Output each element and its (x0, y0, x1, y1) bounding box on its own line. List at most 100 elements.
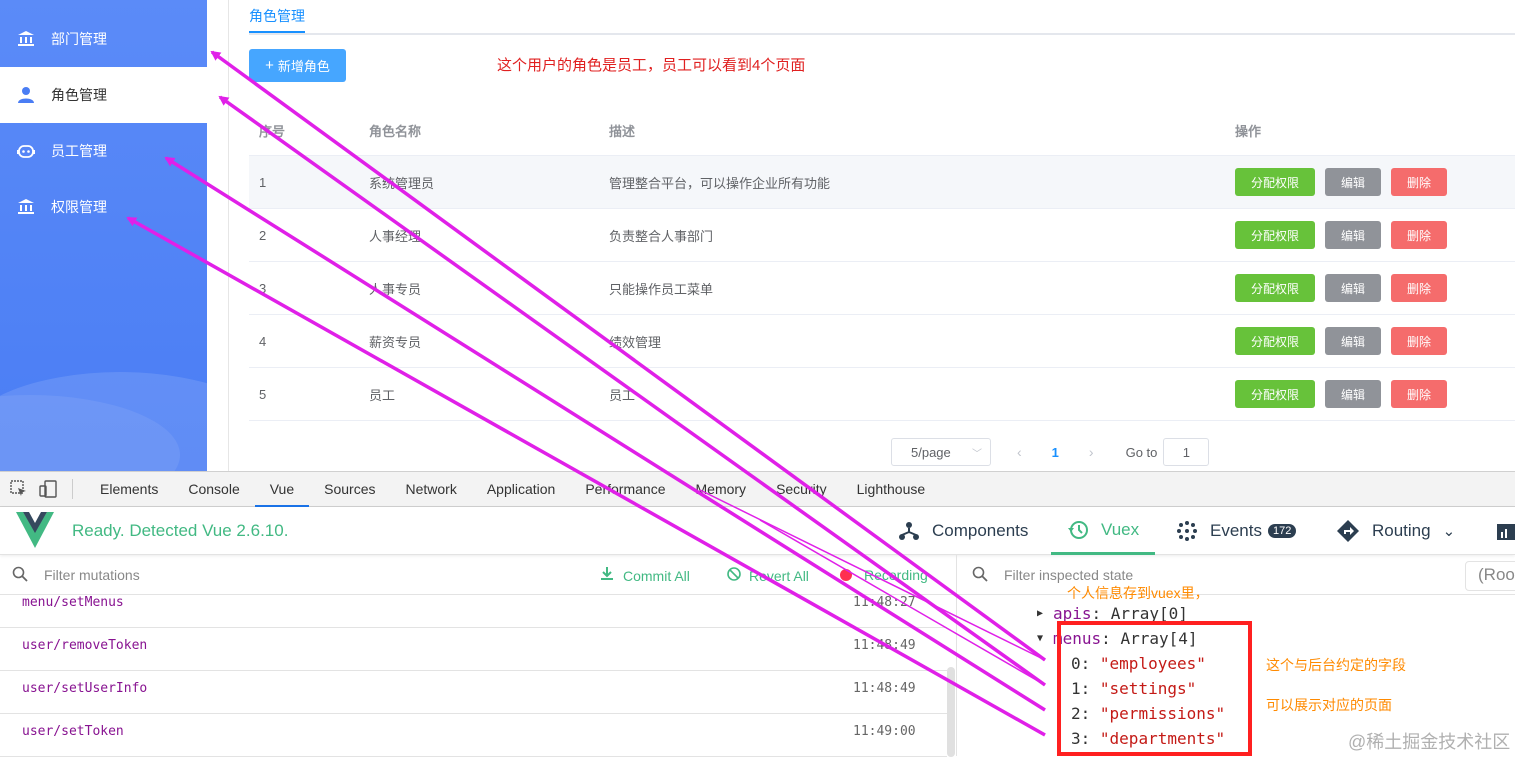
cell-actions: 分配权限 编辑 删除 (1235, 274, 1515, 302)
edit-button[interactable]: 编辑 (1325, 380, 1381, 408)
filter-state-input[interactable]: Filter inspected state (1004, 567, 1133, 583)
edit-button[interactable]: 编辑 (1325, 274, 1381, 302)
table-row: 5 员工 员工 分配权限 编辑 删除 (249, 368, 1515, 421)
cell-index: 2 (259, 227, 267, 243)
mutation-name: user/removeToken (22, 638, 148, 653)
cell-description: 员工 (609, 387, 636, 403)
mutations-scrollbar[interactable] (947, 667, 955, 757)
watermark: @稀土掘金技术社区 (1348, 732, 1511, 752)
devtools-tab-lighthouse[interactable]: Lighthouse (842, 472, 941, 507)
app-window: 部门管理 角色管理 员工管理 权限管理 角色管理 + 新增角色 这个用户的角色是… (0, 0, 1515, 471)
mutation-row[interactable]: user/setToken 11:49:00 (0, 714, 947, 757)
sidebar: 部门管理 角色管理 员工管理 权限管理 (0, 0, 207, 471)
header-actions: 操作 (1235, 124, 1262, 139)
add-role-button[interactable]: + 新增角色 (249, 49, 346, 82)
state-toolbar: Filter inspected state (Roo (957, 555, 1515, 595)
devtools-tab-performance[interactable]: Performance (570, 472, 680, 507)
roles-table: 序号 角色名称 描述 操作 1 系统管理员 管理整合平台，可以操作企业所有功能 … (249, 106, 1515, 421)
filter-mutations-input[interactable]: Filter mutations (44, 567, 140, 583)
edit-button[interactable]: 编辑 (1325, 221, 1381, 249)
cell-actions: 分配权限 编辑 删除 (1235, 380, 1515, 408)
robot-icon (16, 141, 36, 161)
delete-button[interactable]: 删除 (1391, 380, 1447, 408)
events-icon (1176, 520, 1198, 542)
vue-devtools-header: Ready. Detected Vue 2.6.10. Components V… (0, 507, 1515, 555)
commit-all-button[interactable]: Commit All (600, 567, 690, 584)
mutation-name: user/setToken (22, 724, 124, 739)
page-size-select[interactable]: 5/page ﹀ (891, 438, 991, 466)
goto-page-input[interactable]: 1 (1163, 438, 1210, 466)
cell-actions: 分配权限 编辑 删除 (1235, 221, 1515, 249)
expand-arrow-icon[interactable]: ▶ (1037, 608, 1043, 619)
devtools-tab-memory[interactable]: Memory (681, 472, 762, 507)
vue-tab-routing[interactable]: Routing ⌄ (1336, 507, 1455, 555)
vue-tab-events[interactable]: Events 172 (1176, 507, 1297, 555)
table-row: 3 人事专员 只能操作员工菜单 分配权限 编辑 删除 (249, 262, 1515, 315)
fields-annotation: 这个与后台约定的字段 (1266, 657, 1406, 673)
header-name: 角色名称 (369, 124, 422, 139)
root-selector[interactable]: (Roo (1465, 561, 1515, 591)
mutation-row[interactable]: user/setUserInfo 11:48:49 (0, 671, 947, 714)
device-toggle-icon[interactable] (38, 479, 58, 499)
cell-role-name: 人事专员 (369, 281, 422, 297)
routing-tab-label: Routing (1372, 521, 1431, 540)
cell-role-name: 人事经理 (369, 228, 422, 244)
mutation-row[interactable]: menu/setMenus 11:48:27 (0, 585, 947, 628)
cell-index: 1 (259, 174, 267, 190)
main-content: 角色管理 + 新增角色 这个用户的角色是员工，员工可以看到4个页面 序号 角色名… (228, 0, 1515, 471)
prev-page-button[interactable]: ‹ (1017, 444, 1022, 460)
vue-tab-components[interactable]: Components (898, 507, 1028, 555)
delete-button[interactable]: 删除 (1391, 221, 1447, 249)
recording-toggle[interactable]: Recording (840, 567, 928, 583)
cell-description: 管理整合平台，可以操作企业所有功能 (609, 175, 831, 191)
assign-permission-button[interactable]: 分配权限 (1235, 327, 1315, 355)
devtools-tab-sources[interactable]: Sources (309, 472, 390, 507)
devtools-tab-application[interactable]: Application (472, 472, 571, 507)
assign-permission-button[interactable]: 分配权限 (1235, 380, 1315, 408)
commit-all-label: Commit All (623, 567, 690, 584)
next-page-button[interactable]: › (1089, 444, 1094, 460)
components-tab-label: Components (932, 521, 1029, 540)
cell-index: 5 (259, 386, 267, 402)
assign-permission-button[interactable]: 分配权限 (1235, 274, 1315, 302)
search-icon (972, 566, 988, 585)
collapse-arrow-icon[interactable]: ▼ (1037, 633, 1043, 644)
devtools-tab-security[interactable]: Security (761, 472, 842, 507)
cell-index: 4 (259, 333, 267, 349)
assign-permission-button[interactable]: 分配权限 (1235, 168, 1315, 196)
cell-description: 绩效管理 (609, 334, 662, 350)
delete-button[interactable]: 删除 (1391, 274, 1447, 302)
vue-tab-vuex[interactable]: Vuex (1051, 507, 1156, 555)
cell-actions: 分配权限 编辑 删除 (1235, 168, 1515, 196)
sidebar-item-permissions[interactable]: 权限管理 (0, 179, 207, 235)
devtools-tab-console[interactable]: Console (173, 472, 254, 507)
revert-all-button[interactable]: Revert All (727, 567, 809, 584)
mutation-row[interactable]: user/removeToken 11:48:49 (0, 628, 947, 671)
edit-button[interactable]: 编辑 (1325, 168, 1381, 196)
pages-annotation: 可以展示对应的页面 (1266, 697, 1392, 713)
history-icon (1067, 519, 1089, 541)
assign-permission-button[interactable]: 分配权限 (1235, 221, 1315, 249)
components-icon (898, 520, 920, 542)
add-role-label: 新增角色 (277, 59, 330, 74)
sidebar-item-roles[interactable]: 角色管理 (0, 67, 207, 123)
mutation-name: menu/setMenus (22, 595, 124, 610)
cell-role-name: 薪资专员 (369, 334, 422, 350)
sidebar-item-employees[interactable]: 员工管理 (0, 123, 207, 179)
tab-roles[interactable]: 角色管理 (249, 6, 305, 26)
inspect-element-icon[interactable] (9, 479, 29, 499)
mutation-time: 11:49:00 (853, 724, 916, 739)
devtools-tab-vue[interactable]: Vue (254, 472, 310, 507)
delete-button[interactable]: 删除 (1391, 168, 1447, 196)
tab-underline (249, 31, 305, 33)
devtools-tab-network[interactable]: Network (390, 472, 471, 507)
page-number-current[interactable]: 1 (1052, 445, 1059, 460)
devtools-tab-elements[interactable]: Elements (85, 472, 173, 507)
edit-button[interactable]: 编辑 (1325, 327, 1381, 355)
table-row: 2 人事经理 负责整合人事部门 分配权限 编辑 删除 (249, 209, 1515, 262)
sidebar-item-label: 员工管理 (51, 143, 107, 159)
highlight-box (1057, 621, 1252, 756)
performance-icon[interactable] (1497, 507, 1515, 555)
sidebar-item-departments[interactable]: 部门管理 (0, 11, 207, 67)
delete-button[interactable]: 删除 (1391, 327, 1447, 355)
